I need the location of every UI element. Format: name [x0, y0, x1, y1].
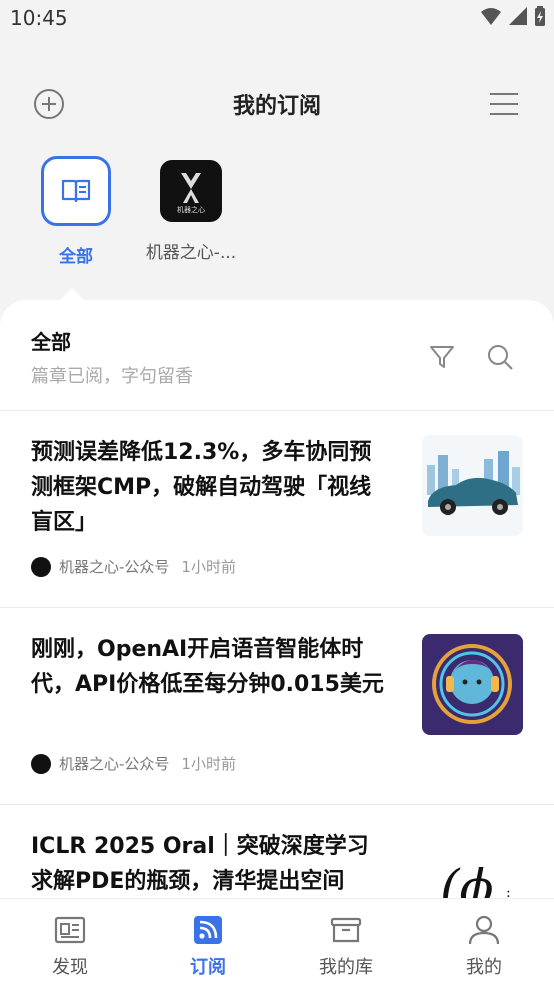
wifi-icon	[481, 8, 501, 25]
subscription-all[interactable]: 全部	[16, 156, 136, 267]
jiqizhixin-logo[interactable]: 机器之心	[160, 160, 222, 222]
article-title[interactable]: 预测误差降低12.3%，多车协同预测框架CMP，破解自动驾驶「视线盲区」	[31, 435, 387, 540]
phi-symbol-image[interactable]: (ϕ :	[422, 835, 523, 900]
feed-subtitle: 篇章已阅，字句留香	[31, 366, 193, 387]
article-time: 1小时前	[181, 755, 236, 773]
car-city-image[interactable]	[422, 435, 523, 536]
selection-pointer	[60, 288, 84, 300]
feed-header: 全部 篇章已阅，字句留香	[0, 300, 554, 411]
book-icon	[61, 179, 91, 203]
archive-box-icon	[330, 917, 362, 943]
nav-discover[interactable]: 发现	[20, 913, 120, 979]
feed-card: 全部 篇章已阅，字句留香 预测误差降低12.3%，多车协同预测框架CMP，破解自…	[0, 300, 554, 900]
filter-icon[interactable]	[428, 343, 456, 371]
subscription-jiqizhixin[interactable]: 机器之心 机器之心-...	[131, 156, 251, 263]
subscription-all-tile[interactable]	[41, 156, 111, 226]
source-avatar-icon	[31, 556, 51, 577]
nav-subscriptions-label: 订阅	[190, 957, 226, 978]
headphones-avatar-image[interactable]	[422, 634, 523, 735]
article-item[interactable]: 预测误差降低12.3%，多车协同预测框架CMP，破解自动驾驶「视线盲区」 机器之…	[0, 411, 554, 608]
newspaper-icon	[54, 916, 86, 944]
subscription-row: 全部 机器之心 机器之心-...	[0, 156, 554, 276]
bottom-nav: 发现 订阅 我的库 我的	[0, 898, 554, 984]
subscription-all-label: 全部	[59, 247, 93, 267]
user-icon	[468, 915, 500, 945]
battery-icon	[535, 6, 545, 26]
nav-profile-label: 我的	[466, 957, 502, 978]
article-source: 机器之心-公众号	[59, 558, 170, 576]
article-title[interactable]: ICLR 2025 Oral｜突破深度学习求解PDE的瓶颈，清华提出空间	[31, 829, 387, 899]
article-time: 1小时前	[181, 558, 236, 576]
jiqizhixin-logo-mark: 机器之心	[177, 173, 205, 214]
menu-icon[interactable]	[488, 90, 520, 118]
article-title[interactable]: 刚刚，OpenAI开启语音智能体时代，API价格低至每分钟0.015美元	[31, 632, 387, 702]
article-item[interactable]: ICLR 2025 Oral｜突破深度学习求解PDE的瓶颈，清华提出空间 (ϕ …	[0, 805, 554, 900]
nav-discover-label: 发现	[52, 957, 88, 978]
article-item[interactable]: 刚刚，OpenAI开启语音智能体时代，API价格低至每分钟0.015美元 机器之…	[0, 608, 554, 805]
subscription-jiqizhixin-label: 机器之心-...	[145, 243, 237, 263]
nav-library-label: 我的库	[319, 957, 373, 978]
nav-subscriptions[interactable]: 订阅	[158, 913, 258, 979]
rss-icon	[194, 916, 222, 944]
article-source: 机器之心-公众号	[59, 755, 170, 773]
nav-library[interactable]: 我的库	[296, 913, 396, 979]
signal-icon	[509, 7, 527, 25]
logo-text: 机器之心	[177, 205, 205, 214]
status-time: 10:45	[10, 6, 68, 30]
top-bar: 我的订阅	[0, 78, 554, 130]
search-icon[interactable]	[486, 343, 514, 371]
article-meta: 机器之心-公众号 1小时前	[31, 753, 236, 774]
source-avatar-icon	[31, 753, 51, 774]
status-bar: 10:45	[0, 0, 554, 40]
feed-title: 全部	[31, 330, 71, 354]
page-title: 我的订阅	[232, 94, 321, 119]
status-icons	[480, 6, 546, 26]
article-meta: 机器之心-公众号 1小时前	[31, 556, 236, 577]
nav-profile[interactable]: 我的	[434, 913, 534, 979]
svg-text:(ϕ: (ϕ	[440, 859, 494, 900]
